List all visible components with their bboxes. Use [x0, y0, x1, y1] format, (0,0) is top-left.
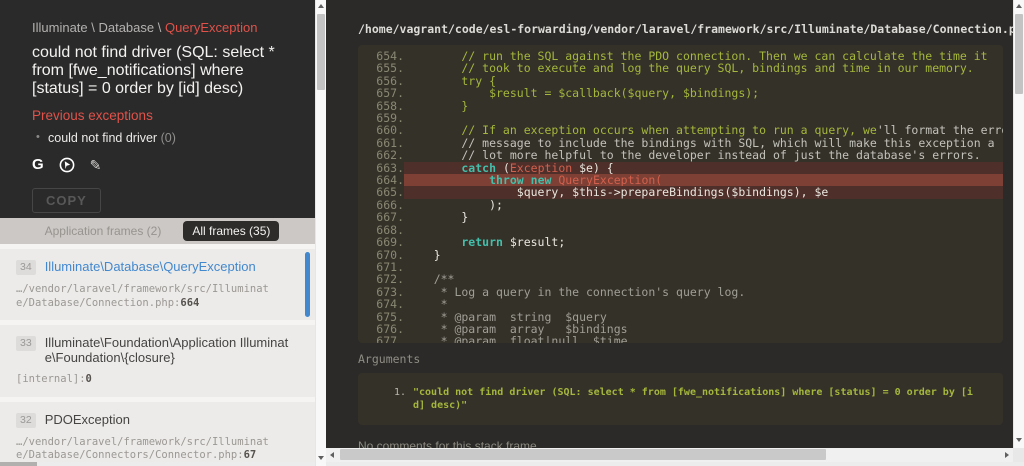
left-horizontal-scrollbar-thumb[interactable] [0, 462, 37, 466]
arguments-heading: Arguments [358, 352, 1013, 366]
code-text: * @param float|null $time [404, 335, 1003, 343]
code-text: return $result; [404, 236, 1003, 248]
tab-all-frames[interactable]: All frames (35) [183, 221, 279, 241]
frame-line-number: 0 [86, 373, 92, 385]
copy-button[interactable]: COPY [32, 188, 101, 213]
exception-message: could not find driver (SQL: select * fro… [32, 44, 294, 98]
search-icon-row: G ✎ [32, 156, 287, 174]
breadcrumb-namespace: Illuminate \ Database \ [32, 20, 165, 35]
code-line: 677. * @param float|null $time [358, 335, 1003, 343]
duckduckgo-search-icon[interactable] [59, 157, 75, 173]
frame-item[interactable]: 32 PDOException …/vendor/laravel/framework… [0, 402, 315, 463]
whoops-exception-page: Illuminate \ Database \ QueryException c… [0, 0, 1024, 466]
line-number: 662. [358, 149, 404, 161]
exception-summary: Illuminate \ Database \ QueryException c… [0, 0, 315, 218]
frame-number-badge: 34 [16, 260, 36, 275]
frame-class-name: Illuminate\Database\QueryException [45, 259, 295, 274]
google-search-icon[interactable]: G [32, 157, 44, 173]
code-line: 671. [358, 261, 1003, 273]
code-line: 673. * Log a query in the connection's q… [358, 286, 1003, 298]
previous-exceptions-heading: Previous exceptions [32, 108, 287, 123]
code-horizontal-scrollbar-thumb[interactable] [340, 449, 826, 460]
tab-application-frames[interactable]: Application frames (2) [36, 221, 171, 241]
line-number: 669. [358, 236, 404, 248]
scroll-up-icon[interactable] [316, 0, 326, 12]
frame-class-name: PDOException [45, 412, 295, 427]
previous-exceptions-list: could not find driver (0) [32, 131, 287, 145]
scroll-up-icon[interactable] [1014, 0, 1024, 12]
code-horizontal-scrollbar[interactable] [326, 448, 1013, 462]
left-panel-scrollbar[interactable] [315, 0, 326, 466]
code-text: * Log a query in the connection's query … [404, 286, 1003, 298]
frame-line-number: 664 [180, 297, 199, 309]
frame-file-path: /home/vagrant/code/esl-forwarding/vendor… [326, 0, 1013, 36]
line-number: 667. [358, 211, 404, 223]
frame-file-location: [internal]:0 [16, 373, 278, 387]
arguments-box: 1. "could not find driver (SQL: select * … [358, 373, 1003, 425]
frame-file-location: …/vendor/laravel/framework/src/Illuminat… [16, 283, 278, 310]
line-number: 655. [358, 62, 404, 74]
code-text: } [404, 100, 1003, 112]
argument-index: 1. [358, 386, 406, 412]
code-viewer: 654. // run the SQL against the PDO conn… [358, 45, 1003, 343]
scroll-down-icon[interactable] [316, 452, 326, 464]
frame-number-badge: 33 [16, 336, 36, 351]
breadcrumb: Illuminate \ Database \ QueryException [32, 20, 287, 36]
pen-edit-icon[interactable]: ✎ [90, 157, 102, 173]
code-line: 667. } [358, 211, 1003, 223]
line-number: 665. [358, 186, 404, 198]
scroll-right-icon[interactable] [1001, 448, 1013, 462]
frame-file-location: …/vendor/laravel/framework/src/Illuminat… [16, 436, 278, 463]
frame-details-panel: /home/vagrant/code/esl-forwarding/vendor… [326, 0, 1013, 448]
active-frame-indicator [305, 252, 310, 317]
code-text: ); [404, 199, 1003, 211]
frame-item[interactable]: 34 Illuminate\Database\QueryException …/ve… [0, 249, 315, 320]
code-text: $result = $callback($query, $bindings); [404, 87, 1003, 99]
previous-exception-count: (0) [161, 131, 176, 145]
code-line: 669. return $result; [358, 236, 1003, 248]
line-number: 674. [358, 298, 404, 310]
frame-comments-text: No comments for this stack frame. [358, 439, 1013, 448]
frame-number-badge: 32 [16, 413, 36, 428]
scroll-left-icon[interactable] [326, 448, 338, 462]
line-number: 657. [358, 87, 404, 99]
page-bottom-strip [326, 462, 1024, 466]
frame-class-name: Illuminate\Foundation\Application Illumi… [45, 335, 295, 365]
argument-item: 1. "could not find driver (SQL: select * … [358, 386, 989, 412]
frame-line-number: 67 [244, 449, 257, 461]
details-panel-scrollbar[interactable] [1013, 0, 1024, 448]
code-text: } [404, 249, 1003, 261]
previous-exception-message: could not find driver [48, 131, 157, 145]
left-panel-scrollbar-thumb[interactable] [317, 14, 325, 90]
stack-frames-list: 34 Illuminate\Database\QueryException …/ve… [0, 244, 315, 462]
frames-filter-tabs: Application frames (2) All frames (35) [0, 218, 315, 244]
breadcrumb-class: QueryException [165, 20, 258, 35]
frame-item[interactable]: 33 Illuminate\Foundation\Application Illu… [0, 325, 315, 397]
code-text: } [404, 211, 1003, 223]
code-text [404, 261, 1003, 273]
line-number: 672. [358, 273, 404, 285]
left-panel: Illuminate \ Database \ QueryException c… [0, 0, 315, 462]
argument-value: "could not find driver (SQL: select * fr… [413, 386, 983, 412]
line-number: 677. [358, 335, 404, 343]
left-horizontal-scrollbar[interactable] [0, 462, 315, 466]
line-number: 660. [358, 124, 404, 136]
details-panel-scrollbar-thumb[interactable] [1015, 14, 1023, 94]
code-line: 658. } [358, 100, 1003, 112]
code-line: 670. } [358, 249, 1003, 261]
previous-exception-item[interactable]: could not find driver (0) [32, 131, 287, 145]
scroll-down-icon[interactable] [1014, 434, 1024, 446]
